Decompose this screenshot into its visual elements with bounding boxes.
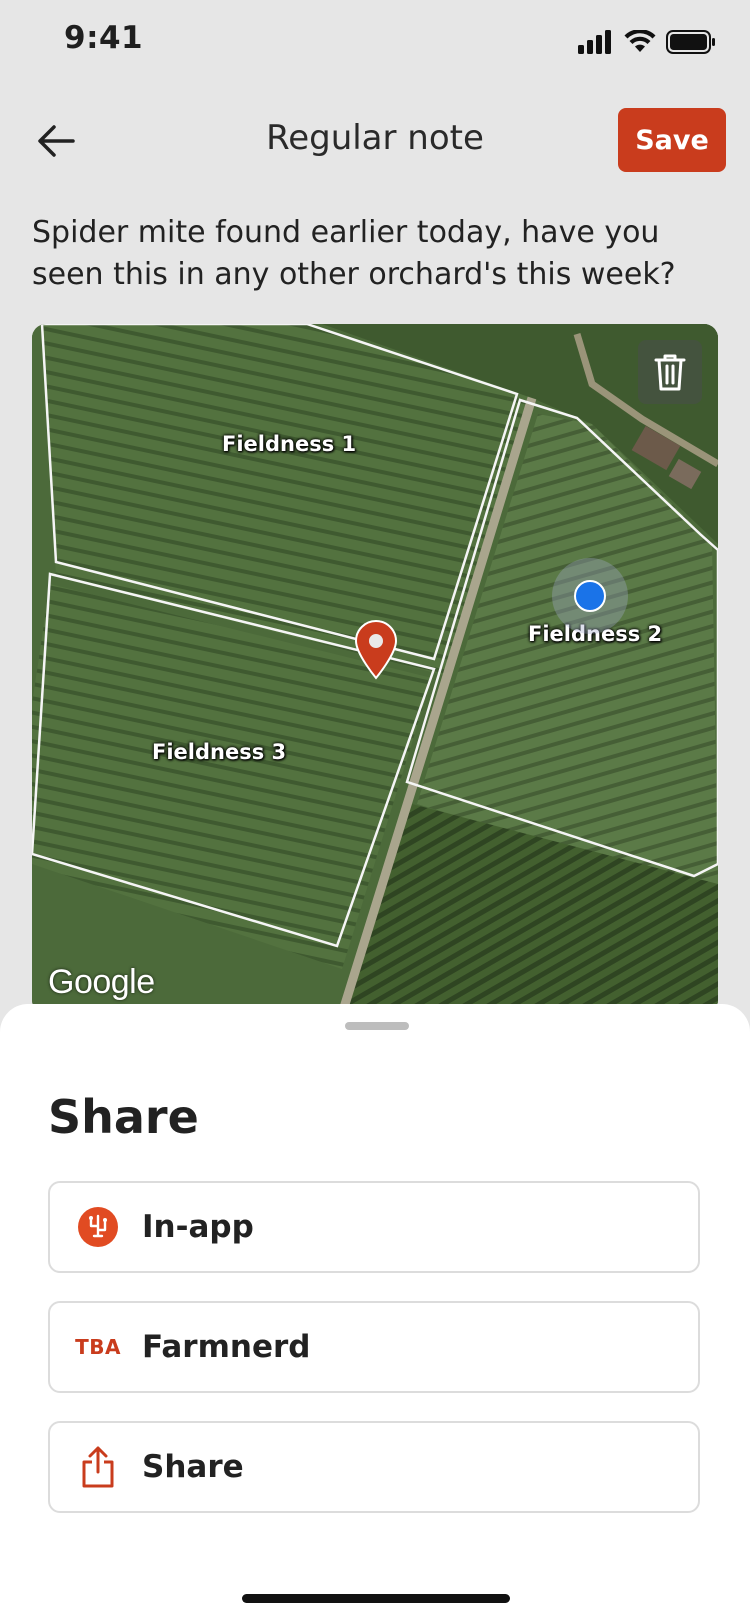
status-time: 9:41 bbox=[64, 20, 144, 56]
sheet-title: Share bbox=[48, 1090, 199, 1144]
field-label-3: Fieldness 3 bbox=[152, 740, 287, 764]
current-location-dot bbox=[552, 558, 628, 634]
share-option-label: Farmnerd bbox=[142, 1329, 311, 1365]
note-text: Spider mite found earlier today, have yo… bbox=[32, 215, 676, 292]
header: Regular note Save bbox=[0, 100, 750, 180]
battery-icon bbox=[666, 30, 715, 54]
share-option-label: Share bbox=[142, 1449, 244, 1485]
map-view[interactable]: Fieldness 1 Fieldness 2 Fieldness 3 Goog… bbox=[32, 324, 718, 1014]
status-bar: 9:41 bbox=[0, 0, 750, 84]
share-bottom-sheet: Share In-app TBA Farmnerd Share bbox=[0, 1004, 750, 1617]
cellular-signal-icon bbox=[578, 30, 611, 54]
tba-text: TBA bbox=[75, 1335, 121, 1359]
delete-location-button[interactable] bbox=[638, 340, 702, 404]
trash-icon bbox=[654, 354, 686, 391]
sheet-drag-handle[interactable] bbox=[345, 1022, 409, 1030]
in-app-icon bbox=[76, 1205, 120, 1249]
current-location-icon bbox=[574, 580, 606, 612]
share-option-label: In-app bbox=[142, 1209, 254, 1245]
tba-icon: TBA bbox=[75, 1325, 121, 1369]
share-option-share[interactable]: Share bbox=[48, 1421, 700, 1513]
status-icons bbox=[578, 30, 716, 54]
home-indicator bbox=[242, 1594, 510, 1603]
share-option-farmnerd[interactable]: TBA Farmnerd bbox=[48, 1301, 700, 1393]
share-option-in-app[interactable]: In-app bbox=[48, 1181, 700, 1273]
share-icon bbox=[76, 1445, 120, 1489]
google-attribution: Google bbox=[48, 963, 155, 1001]
map-pin-icon[interactable] bbox=[354, 620, 398, 680]
field-label-1: Fieldness 1 bbox=[222, 432, 357, 456]
save-button[interactable]: Save bbox=[618, 108, 726, 172]
wifi-icon bbox=[624, 30, 656, 52]
